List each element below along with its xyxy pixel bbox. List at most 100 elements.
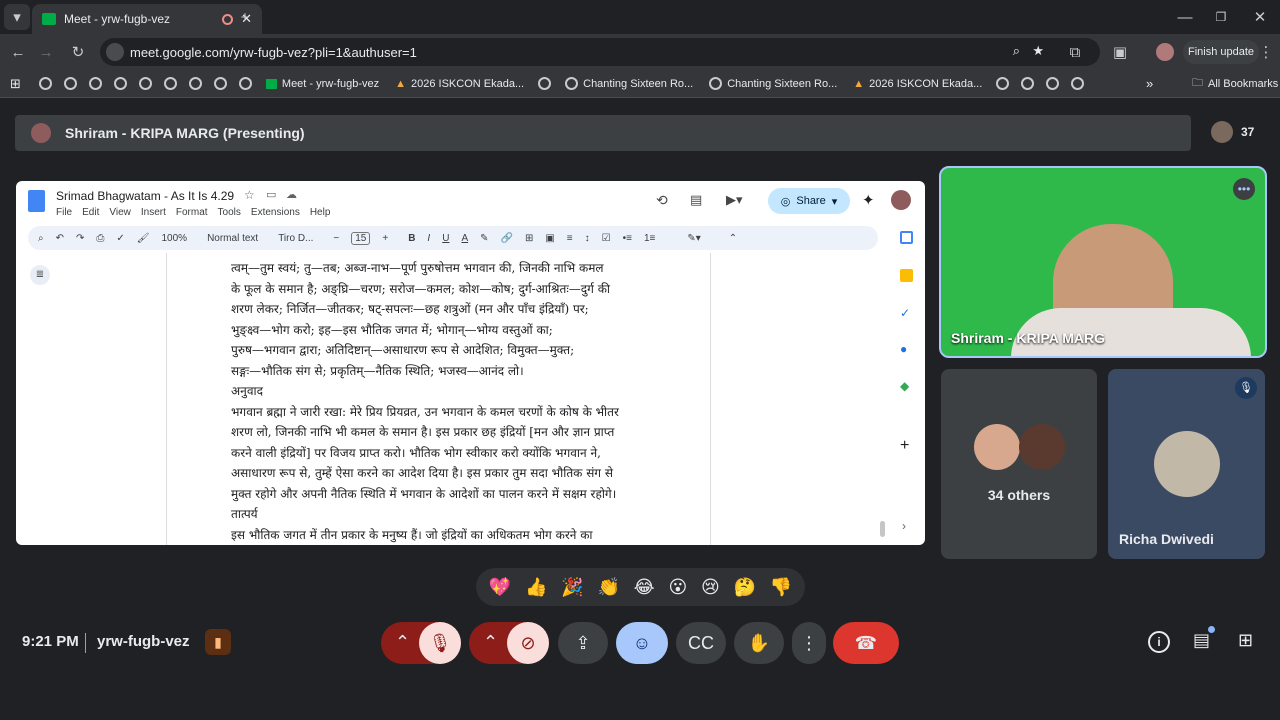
more-options-icon[interactable]: ⋮ [792,622,826,664]
editing-mode-icon[interactable]: ✎▾ [687,233,700,244]
italic-icon[interactable]: I [427,233,430,244]
video-options-icon[interactable]: ⌃ [483,632,498,653]
link-icon[interactable]: 🔗 [501,233,513,244]
bookmark-item[interactable]: Chanting Sixteen Ro... [565,77,693,90]
present-screen-icon[interactable]: ⇪ [558,622,608,664]
video-tile-richa[interactable]: 🎙 Richa Dwivedi [1108,369,1265,559]
bookmark-favicon-icon[interactable] [113,77,127,90]
raise-hand-icon[interactable]: ✋ [734,622,784,664]
profile-avatar-icon[interactable] [1152,39,1178,65]
audio-options-icon[interactable]: ⌃ [395,632,410,653]
share-button[interactable]: ◎ Share ▾ [768,188,850,214]
video-tile-presenter[interactable]: ••• Shriram - KRIPA MARG [939,166,1267,358]
bookmark-favicon-icon[interactable] [1046,77,1060,90]
search-menus-icon[interactable]: ⌕ [38,233,44,244]
maximize-icon[interactable]: ❐ [1208,4,1234,30]
reaction-clap[interactable]: 👏 [597,577,619,598]
host-controls-icon[interactable]: ▮ [205,629,231,655]
new-tab-icon[interactable]: + [232,4,258,30]
bookmark-favicon-icon[interactable] [996,77,1010,90]
participants-button[interactable]: 37 [1205,115,1263,149]
camera-off-icon[interactable]: ⊘ [507,622,549,664]
reaction-thumbs-down[interactable]: 👎 [770,577,792,598]
align-icon[interactable]: ≡ [567,233,573,244]
finish-update-button[interactable]: Finish update [1183,40,1259,64]
extensions-icon[interactable]: ⧉ [1062,39,1088,65]
line-spacing-icon[interactable]: ↕ [585,233,590,244]
minimize-icon[interactable]: — [1172,4,1198,30]
send-reaction-icon[interactable]: ☺ [616,622,668,664]
undo-icon[interactable]: ↶ [56,233,64,244]
comments-icon[interactable]: ▤ [690,192,702,208]
reaction-thinking[interactable]: 🤔 [734,577,756,598]
site-info-icon[interactable] [106,43,124,61]
collapse-toolbar-icon[interactable]: ⌃ [729,233,737,244]
style-select[interactable]: Normal text [207,233,258,244]
add-comment-icon[interactable]: ⊞ [525,233,533,244]
menu-help[interactable]: Help [310,207,331,218]
contacts-icon[interactable]: ● [900,342,907,356]
captions-icon[interactable]: CC [676,622,726,664]
menu-insert[interactable]: Insert [141,207,166,218]
menu-edit[interactable]: Edit [82,207,99,218]
forward-icon[interactable]: → [33,39,59,65]
bookmark-favicon-icon[interactable] [138,77,152,90]
history-icon[interactable]: ⟲ [656,192,668,209]
bullet-list-icon[interactable]: •≡ [623,233,632,244]
menu-view[interactable]: View [109,207,131,218]
keep-icon[interactable] [900,269,913,282]
screen-share-icon[interactable]: ▣ [1107,39,1133,65]
reaction-heart[interactable]: 💖 [489,577,511,598]
menu-kebab-icon[interactable]: ⋮ [1253,39,1279,65]
bold-icon[interactable]: B [408,233,415,244]
tab-search-icon[interactable]: ▾ [4,4,30,30]
bookmark-favicon-icon[interactable] [38,77,52,90]
reaction-thumbs-up[interactable]: 👍 [525,577,547,598]
bookmark-favicon-icon[interactable] [238,77,252,90]
highlight-icon[interactable]: ✎ [480,233,488,244]
paint-format-icon[interactable]: 🖌 [137,233,150,244]
more-options-icon[interactable]: ••• [1233,178,1255,200]
bookmark-item[interactable]: ▲ 2026 ISKCON Ekada... [853,78,982,90]
menu-format[interactable]: Format [176,207,208,218]
add-panel-icon[interactable]: + [900,437,909,455]
bookmark-star-icon[interactable]: ★ [1032,43,1044,59]
all-bookmarks-button[interactable]: 🗀 All Bookmarks [1192,74,1278,93]
increase-font-icon[interactable]: + [382,233,388,244]
gemini-icon[interactable]: ✦ [862,191,875,209]
mic-off-icon[interactable]: 🎙 [419,622,461,664]
doc-page[interactable]: त्वम्—तुम स्वयं; तु—तब; अब्ज-नाभ—पूर्ण प… [166,253,711,545]
menu-extensions[interactable]: Extensions [251,207,300,218]
close-window-icon[interactable]: ✕ [1247,4,1273,30]
bookmark-favicon-icon[interactable] [1021,77,1035,90]
reaction-party[interactable]: 🎉 [561,577,583,598]
bookmark-item[interactable]: ▲ 2026 ISKCON Ekada... [395,78,524,90]
decrease-font-icon[interactable]: − [333,233,339,244]
bookmark-favicon-icon[interactable] [1071,77,1085,90]
zoom-select[interactable]: 100% [161,233,187,244]
reaction-laugh[interactable]: 😂 [634,577,655,598]
browser-tab[interactable]: Meet - yrw-fugb-vez ✕ [32,4,262,34]
zoom-icon[interactable]: ⌕ [1013,43,1020,59]
activities-icon[interactable]: ⊞ [1238,630,1253,651]
print-icon[interactable]: ⎙ [96,233,104,244]
menu-file[interactable]: File [56,207,72,218]
chevron-right-icon[interactable]: › [902,519,906,533]
maps-icon[interactable]: ◆ [900,379,909,393]
star-icon[interactable]: ☆ [244,188,255,202]
calendar-icon[interactable] [900,231,913,244]
meeting-info-icon[interactable]: i [1148,631,1170,653]
bookmark-favicon-icon[interactable] [188,77,202,90]
bookmark-favicon-icon[interactable] [63,77,77,90]
doc-scrollbar[interactable] [880,521,885,537]
redo-icon[interactable]: ↷ [76,233,84,244]
doc-account-avatar[interactable] [891,190,911,210]
more-bookmarks-icon[interactable]: » [1146,76,1153,91]
address-bar[interactable]: meet.google.com/yrw-fugb-vez?pli=1&authu… [100,38,1100,66]
chat-icon[interactable]: ▤ [1193,630,1210,651]
apps-grid-icon[interactable]: ⊞ [10,76,21,92]
checklist-icon[interactable]: ☑ [602,233,611,244]
font-size-input[interactable]: 15 [351,231,371,245]
underline-icon[interactable]: U [442,233,449,244]
bookmark-item[interactable]: Meet - yrw-fugb-vez [265,78,379,90]
